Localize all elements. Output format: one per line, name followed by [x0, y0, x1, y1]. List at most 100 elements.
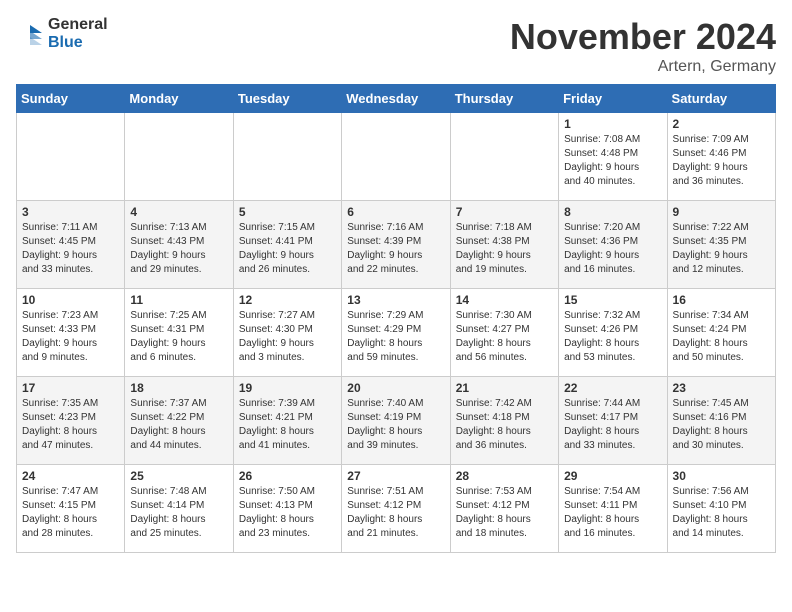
calendar-cell	[450, 113, 558, 201]
calendar-week-4: 17 Sunrise: 7:35 AM Sunset: 4:23 PM Dayli…	[17, 377, 776, 465]
calendar-cell: 2 Sunrise: 7:09 AM Sunset: 4:46 PM Daylig…	[667, 113, 775, 201]
calendar-cell: 7Sunrise: 7:18 AM Sunset: 4:38 PM Daylig…	[450, 201, 558, 289]
day-info: Sunrise: 7:23 AM Sunset: 4:33 PM Dayligh…	[22, 309, 119, 365]
weekday-friday: Friday	[559, 85, 667, 113]
day-number: 2	[673, 117, 770, 131]
title-block: November 2024 Artern, Germany	[510, 16, 776, 76]
day-info: Sunrise: 7:18 AM Sunset: 4:38 PM Dayligh…	[456, 221, 553, 277]
day-info: Sunrise: 7:39 AM Sunset: 4:21 PM Dayligh…	[239, 397, 336, 453]
calendar-cell	[125, 113, 233, 201]
calendar-cell: 14Sunrise: 7:30 AM Sunset: 4:27 PM Dayli…	[450, 289, 558, 377]
day-info: Sunrise: 7:20 AM Sunset: 4:36 PM Dayligh…	[564, 221, 661, 277]
calendar-cell: 13 Sunrise: 7:29 AM Sunset: 4:29 PM Dayli…	[342, 289, 450, 377]
day-number: 28	[456, 469, 553, 483]
day-number: 18	[130, 381, 227, 395]
day-number: 13	[347, 293, 444, 307]
day-number: 14	[456, 293, 553, 307]
day-number: 16	[673, 293, 770, 307]
calendar-cell: 24 Sunrise: 7:47 AM Sunset: 4:15 PM Dayli…	[17, 465, 125, 553]
day-number: 10	[22, 293, 119, 307]
calendar-cell: 27 Sunrise: 7:51 AM Sunset: 4:12 PM Dayli…	[342, 465, 450, 553]
calendar-body: 1 Sunrise: 7:08 AM Sunset: 4:48 PM Daylig…	[17, 113, 776, 553]
day-info: Sunrise: 7:53 AM Sunset: 4:12 PM Dayligh…	[456, 485, 553, 541]
location-title: Artern, Germany	[510, 58, 776, 76]
day-number: 5	[239, 205, 336, 219]
calendar-cell: 1 Sunrise: 7:08 AM Sunset: 4:48 PM Daylig…	[559, 113, 667, 201]
day-number: 25	[130, 469, 227, 483]
calendar-cell: 11 Sunrise: 7:25 AM Sunset: 4:31 PM Dayli…	[125, 289, 233, 377]
day-info: Sunrise: 7:56 AM Sunset: 4:10 PM Dayligh…	[673, 485, 770, 541]
calendar-cell: 5 Sunrise: 7:15 AM Sunset: 4:41 PM Daylig…	[233, 201, 341, 289]
weekday-tuesday: Tuesday	[233, 85, 341, 113]
day-info: Sunrise: 7:15 AM Sunset: 4:41 PM Dayligh…	[239, 221, 336, 277]
day-number: 12	[239, 293, 336, 307]
weekday-sunday: Sunday	[17, 85, 125, 113]
calendar-cell: 25 Sunrise: 7:48 AM Sunset: 4:14 PM Dayli…	[125, 465, 233, 553]
day-number: 24	[22, 469, 119, 483]
calendar-cell: 22 Sunrise: 7:44 AM Sunset: 4:17 PM Dayli…	[559, 377, 667, 465]
calendar-cell	[17, 113, 125, 201]
calendar-cell: 16 Sunrise: 7:34 AM Sunset: 4:24 PM Dayli…	[667, 289, 775, 377]
calendar-cell: 29 Sunrise: 7:54 AM Sunset: 4:11 PM Dayli…	[559, 465, 667, 553]
day-info: Sunrise: 7:35 AM Sunset: 4:23 PM Dayligh…	[22, 397, 119, 453]
day-number: 17	[22, 381, 119, 395]
day-info: Sunrise: 7:42 AM Sunset: 4:18 PM Dayligh…	[456, 397, 553, 453]
day-number: 20	[347, 381, 444, 395]
day-number: 1	[564, 117, 661, 131]
day-info: Sunrise: 7:37 AM Sunset: 4:22 PM Dayligh…	[130, 397, 227, 453]
day-info: Sunrise: 7:25 AM Sunset: 4:31 PM Dayligh…	[130, 309, 227, 365]
day-info: Sunrise: 7:44 AM Sunset: 4:17 PM Dayligh…	[564, 397, 661, 453]
calendar-cell: 3 Sunrise: 7:11 AM Sunset: 4:45 PM Daylig…	[17, 201, 125, 289]
calendar-cell	[233, 113, 341, 201]
calendar-cell: 18 Sunrise: 7:37 AM Sunset: 4:22 PM Dayli…	[125, 377, 233, 465]
day-info: Sunrise: 7:47 AM Sunset: 4:15 PM Dayligh…	[22, 485, 119, 541]
day-info: Sunrise: 7:27 AM Sunset: 4:30 PM Dayligh…	[239, 309, 336, 365]
weekday-monday: Monday	[125, 85, 233, 113]
day-info: Sunrise: 7:40 AM Sunset: 4:19 PM Dayligh…	[347, 397, 444, 453]
day-number: 27	[347, 469, 444, 483]
weekday-saturday: Saturday	[667, 85, 775, 113]
calendar-week-5: 24 Sunrise: 7:47 AM Sunset: 4:15 PM Dayli…	[17, 465, 776, 553]
day-number: 22	[564, 381, 661, 395]
calendar-week-1: 1 Sunrise: 7:08 AM Sunset: 4:48 PM Daylig…	[17, 113, 776, 201]
day-info: Sunrise: 7:11 AM Sunset: 4:45 PM Dayligh…	[22, 221, 119, 277]
day-number: 30	[673, 469, 770, 483]
day-number: 29	[564, 469, 661, 483]
day-number: 6	[347, 205, 444, 219]
day-info: Sunrise: 7:48 AM Sunset: 4:14 PM Dayligh…	[130, 485, 227, 541]
calendar-cell: 23 Sunrise: 7:45 AM Sunset: 4:16 PM Dayli…	[667, 377, 775, 465]
day-info: Sunrise: 7:45 AM Sunset: 4:16 PM Dayligh…	[673, 397, 770, 453]
day-number: 3	[22, 205, 119, 219]
day-info: Sunrise: 7:08 AM Sunset: 4:48 PM Dayligh…	[564, 133, 661, 189]
page-header: General Blue November 2024 Artern, Germa…	[16, 16, 776, 76]
month-title: November 2024	[510, 16, 776, 58]
day-number: 8	[564, 205, 661, 219]
calendar-cell: 15Sunrise: 7:32 AM Sunset: 4:26 PM Dayli…	[559, 289, 667, 377]
day-info: Sunrise: 7:50 AM Sunset: 4:13 PM Dayligh…	[239, 485, 336, 541]
weekday-thursday: Thursday	[450, 85, 558, 113]
day-number: 11	[130, 293, 227, 307]
day-info: Sunrise: 7:34 AM Sunset: 4:24 PM Dayligh…	[673, 309, 770, 365]
day-info: Sunrise: 7:22 AM Sunset: 4:35 PM Dayligh…	[673, 221, 770, 277]
logo-general: General	[48, 16, 108, 33]
day-number: 21	[456, 381, 553, 395]
calendar-cell: 4Sunrise: 7:13 AM Sunset: 4:43 PM Daylig…	[125, 201, 233, 289]
day-info: Sunrise: 7:51 AM Sunset: 4:12 PM Dayligh…	[347, 485, 444, 541]
calendar-cell: 8 Sunrise: 7:20 AM Sunset: 4:36 PM Daylig…	[559, 201, 667, 289]
day-info: Sunrise: 7:54 AM Sunset: 4:11 PM Dayligh…	[564, 485, 661, 541]
calendar-table: SundayMondayTuesdayWednesdayThursdayFrid…	[16, 84, 776, 553]
calendar-cell: 30 Sunrise: 7:56 AM Sunset: 4:10 PM Dayli…	[667, 465, 775, 553]
logo: General Blue	[16, 16, 108, 52]
day-info: Sunrise: 7:09 AM Sunset: 4:46 PM Dayligh…	[673, 133, 770, 189]
day-number: 23	[673, 381, 770, 395]
day-info: Sunrise: 7:29 AM Sunset: 4:29 PM Dayligh…	[347, 309, 444, 365]
calendar-cell: 20 Sunrise: 7:40 AM Sunset: 4:19 PM Dayli…	[342, 377, 450, 465]
calendar-cell: 9Sunrise: 7:22 AM Sunset: 4:35 PM Daylig…	[667, 201, 775, 289]
weekday-header-row: SundayMondayTuesdayWednesdayThursdayFrid…	[17, 85, 776, 113]
logo-icon	[16, 23, 44, 45]
calendar-cell: 17 Sunrise: 7:35 AM Sunset: 4:23 PM Dayli…	[17, 377, 125, 465]
day-number: 4	[130, 205, 227, 219]
calendar-week-3: 10 Sunrise: 7:23 AM Sunset: 4:33 PM Dayli…	[17, 289, 776, 377]
calendar-cell: 26Sunrise: 7:50 AM Sunset: 4:13 PM Dayli…	[233, 465, 341, 553]
day-number: 19	[239, 381, 336, 395]
